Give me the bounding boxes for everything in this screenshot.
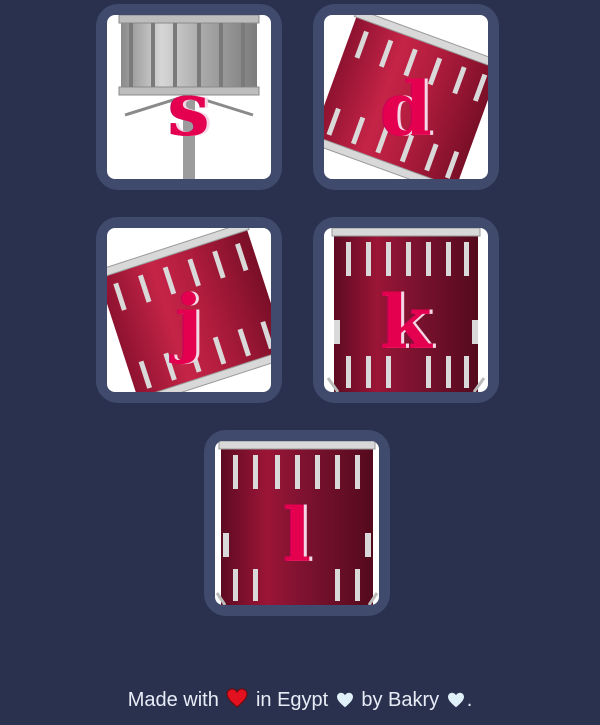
red-heart-icon: [226, 688, 248, 714]
drum-face: j: [107, 228, 271, 392]
drum-button-j[interactable]: j: [96, 217, 282, 403]
drum-face: s: [107, 15, 271, 179]
footer-in-country: in Egypt: [255, 689, 329, 711]
footer-end: .: [466, 689, 473, 711]
drum-button-l[interactable]: l: [204, 430, 390, 616]
footer-credit: Made with in Egypt by Bakry .: [0, 688, 600, 714]
drum-key-letter: s: [168, 67, 210, 153]
drum-key-letter: j: [175, 280, 203, 366]
drum-face: k: [324, 228, 488, 392]
white-heart-icon: [336, 691, 354, 714]
white-heart-icon: [447, 691, 465, 714]
drum-face: l: [215, 441, 379, 605]
footer-made-with: Made with: [127, 689, 219, 711]
drum-key-letter: d: [380, 67, 432, 153]
drum-button-d[interactable]: d: [313, 4, 499, 190]
drum-button-k[interactable]: k: [313, 217, 499, 403]
drum-face: d: [324, 15, 488, 179]
drum-key-letter: l: [282, 493, 312, 579]
footer-by-author: by Bakry: [361, 689, 440, 711]
drum-key-letter: k: [380, 280, 432, 366]
drum-button-s[interactable]: s: [96, 4, 282, 190]
